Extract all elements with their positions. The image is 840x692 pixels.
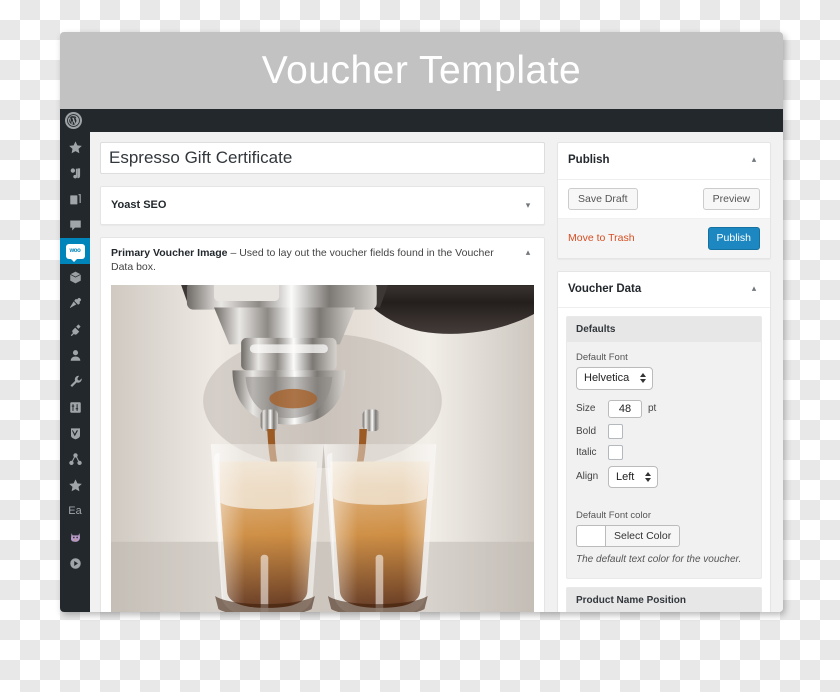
chevron-up-icon[interactable]: ▴ [522, 246, 534, 258]
sidebar-item-media-play[interactable] [60, 550, 90, 576]
voucher-image-container [101, 281, 544, 612]
primary-voucher-image-header[interactable]: Primary Voucher Image – Used to lay out … [101, 238, 544, 281]
admin-sidebar-menu: woo Ea [60, 132, 96, 612]
align-row: Align Left [576, 465, 752, 488]
publish-title: Publish [568, 154, 610, 166]
admin-content: Yoast SEO ▾ Primary Voucher Image – Used… [90, 132, 783, 612]
primary-voucher-image-title-main: Primary Voucher Image [111, 246, 228, 259]
bold-label: Bold [576, 425, 597, 437]
align-select-wrap: Left [608, 465, 658, 488]
default-font-color-help: The default text color for the voucher. [576, 554, 742, 566]
sidebar-item-ea-label: Ea [68, 504, 82, 517]
sidebar-item-tools[interactable] [60, 368, 90, 394]
default-font-color-label: Default Font color [576, 509, 651, 521]
sidebar-item-plugins[interactable] [60, 316, 90, 342]
sidebar-item-ea[interactable]: Ea [60, 498, 90, 524]
bold-checkbox[interactable] [608, 423, 623, 439]
post-title-input[interactable] [100, 142, 545, 174]
italic-row: Italic [576, 444, 752, 460]
chevron-up-icon[interactable]: ▴ [748, 282, 760, 294]
woocommerce-icon: woo [65, 243, 85, 262]
sidebar-item-dashboard-star[interactable] [60, 134, 90, 160]
product-name-position-section: Product Name Position [566, 587, 762, 612]
size-input[interactable] [608, 399, 642, 418]
bold-row: Bold [576, 423, 752, 439]
sidebar-item-appearance[interactable] [60, 290, 90, 316]
publish-header[interactable]: Publish ▴ [558, 143, 770, 180]
sidebar-item-pages[interactable] [60, 186, 90, 212]
default-font-select-wrap: Helvetica [576, 367, 653, 390]
yoast-seo-title: Yoast SEO [111, 199, 167, 211]
post-sidebar-column: Publish ▴ Save Draft Preview Move to Tra… [557, 142, 771, 612]
voucher-data-postbox: Voucher Data ▴ Defaults Default Font Hel… [557, 270, 771, 612]
sidebar-item-settings[interactable] [60, 394, 90, 420]
preview-button[interactable]: Preview [702, 187, 760, 211]
voucher-data-header[interactable]: Voucher Data ▴ [558, 272, 770, 309]
banner-title: Voucher Template [261, 49, 582, 92]
default-font-label: Default Font [576, 352, 628, 364]
wordpress-logo-icon[interactable] [65, 112, 82, 129]
italic-checkbox[interactable] [608, 444, 623, 460]
select-color-button[interactable]: Select Color [605, 524, 681, 548]
sidebar-item-comments[interactable] [60, 212, 90, 238]
sidebar-item-products[interactable] [60, 264, 90, 290]
voucher-image[interactable] [111, 285, 534, 612]
align-select[interactable]: Left [608, 465, 658, 488]
yoast-seo-header[interactable]: Yoast SEO ▾ [101, 187, 544, 224]
publish-postbox: Publish ▴ Save Draft Preview Move to Tra… [557, 142, 771, 259]
defaults-section-body: Default Font Helvetica Size 48 pt Bold I… [567, 342, 761, 578]
save-draft-button[interactable]: Save Draft [568, 187, 638, 211]
admin-body: woo Ea Espresso Gift Certificate Yoast S… [60, 132, 783, 612]
chevron-down-icon[interactable]: ▾ [522, 199, 534, 211]
publish-major-actions: Move to Trash Publish [558, 218, 770, 258]
product-name-position-title: Product Name Position [567, 588, 761, 612]
color-swatch[interactable] [576, 524, 605, 548]
move-to-trash-link[interactable]: Move to Trash [568, 232, 635, 244]
sidebar-item-users[interactable] [60, 342, 90, 368]
voucher-data-body: Defaults Default Font Helvetica Size 48 … [558, 308, 770, 612]
yoast-seo-postbox[interactable]: Yoast SEO ▾ [100, 186, 545, 225]
publish-minor-actions: Save Draft Preview [558, 179, 770, 219]
wp-admin-bar [60, 109, 783, 132]
default-font-color-row: Select Color [576, 524, 752, 548]
defaults-section-title: Defaults [567, 317, 761, 343]
browser-window: Voucher Template woo Ea Espresso Gift Ce… [60, 32, 783, 612]
sidebar-item-featured[interactable] [60, 472, 90, 498]
voucher-data-title: Voucher Data [568, 282, 642, 295]
publish-button[interactable]: Publish [707, 227, 760, 250]
size-label: Size [576, 403, 596, 415]
woocommerce-icon-label: woo [69, 248, 81, 254]
chevron-up-icon[interactable]: ▴ [748, 153, 760, 165]
font-size-row: Size pt [576, 399, 752, 418]
align-label: Align [576, 471, 599, 483]
page-banner: Voucher Template [60, 32, 783, 109]
post-body-main-column: Yoast SEO ▾ Primary Voucher Image – Used… [100, 142, 545, 612]
defaults-section: Defaults Default Font Helvetica Size 48 … [566, 316, 762, 580]
sidebar-item-mascot[interactable] [60, 524, 90, 550]
default-font-select[interactable]: Helvetica [576, 367, 653, 390]
primary-voucher-image-title: Primary Voucher Image – Used to lay out … [111, 246, 522, 274]
sidebar-item-woocommerce[interactable]: woo [60, 238, 96, 264]
sidebar-item-share[interactable] [60, 446, 90, 472]
sidebar-item-posts[interactable] [60, 160, 90, 186]
italic-label: Italic [576, 446, 597, 458]
primary-voucher-image-postbox: Primary Voucher Image – Used to lay out … [100, 236, 545, 612]
size-unit-label: pt [648, 403, 657, 415]
sidebar-item-yoast[interactable] [60, 420, 90, 446]
